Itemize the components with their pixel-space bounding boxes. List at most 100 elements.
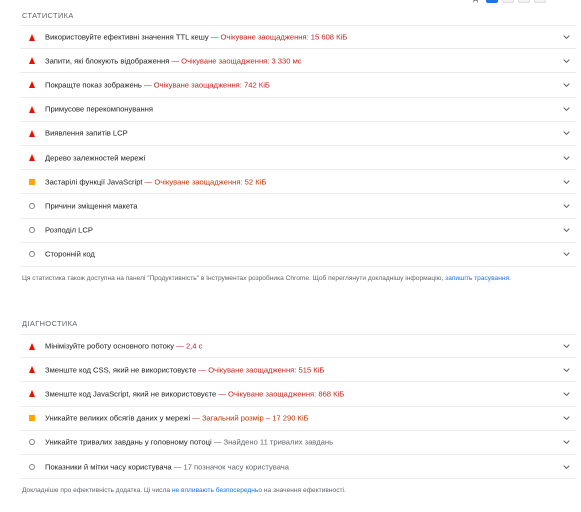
audit-display-value: Загальний розмір – 17 290 КіБ (201, 413, 309, 423)
chevron-down-icon[interactable] (563, 440, 570, 445)
performance-report: Д СТАТИСТИКА Використовуйте ефективні зн… (10, 0, 576, 512)
audit-display-value: Очікуване заощадження: 52 КіБ (154, 177, 267, 187)
audit-row[interactable]: Зменште код CSS, який не використовуєте … (20, 358, 576, 383)
chevron-down-icon[interactable] (563, 367, 570, 372)
audit-row[interactable]: Мінімізуйте роботу основного потоку — 2,… (20, 334, 576, 359)
average-square-icon-shape (29, 178, 35, 185)
fail-triangle-icon (28, 105, 36, 113)
view-toggle-1[interactable] (486, 0, 498, 3)
fail-triangle-icon (28, 129, 36, 137)
audit-title: Причини зміщення макета (45, 201, 138, 211)
view-toggle-3[interactable] (518, 0, 530, 3)
audit-text: Застарілі функції JavaScript — Очікуване… (45, 177, 266, 186)
audit-text: Уникайте тривалих завдань у головному по… (45, 438, 333, 447)
audit-display-value: Очікуване заощадження: 15 608 КіБ (220, 32, 348, 42)
audit-row[interactable]: Показники й мітки часу користувача — 17 … (20, 455, 576, 480)
audit-row[interactable]: Уникайте великих обсягів даних у мережі … (20, 407, 576, 431)
view-toggle-4[interactable] (534, 0, 546, 3)
info-circle-icon-shape (29, 202, 35, 209)
chevron-down-icon[interactable] (563, 464, 570, 469)
audit-row[interactable]: Розподіл LCP (20, 219, 576, 243)
chevron-down-icon[interactable] (563, 131, 570, 136)
chevron-down-icon[interactable] (563, 203, 570, 208)
audit-text: Примусове перекомпонування (45, 105, 153, 114)
info-circle-icon-shape (29, 463, 35, 470)
audit-row[interactable]: Причини зміщення макета (20, 194, 576, 219)
chevron-down-icon[interactable] (563, 179, 570, 184)
audit-title: Сторонній код (45, 249, 95, 259)
diagnostics-note-end: на значення ефективності. (262, 487, 346, 494)
chevron-down-icon[interactable] (563, 82, 570, 88)
chevron-down-icon[interactable] (563, 107, 570, 112)
audit-separator: — (174, 341, 186, 351)
audit-text: Уникайте великих обсягів даних у мережі … (45, 414, 309, 423)
audit-separator: — (171, 462, 184, 472)
info-circle-icon (28, 226, 36, 234)
audit-separator: — (211, 437, 224, 447)
chevron-down-icon[interactable] (563, 35, 570, 40)
diagnostics-list: Мінімізуйте роботу основного потоку — 2,… (20, 334, 576, 480)
info-circle-icon (28, 202, 36, 210)
audit-title: Дерево залежностей мережі (45, 153, 146, 163)
chevron-down-icon[interactable] (563, 228, 570, 233)
audit-text: Мінімізуйте роботу основного потоку — 2,… (45, 342, 202, 351)
audit-row[interactable]: Зменште код JavaScript, який не використ… (20, 382, 576, 407)
chevron-down-icon[interactable] (563, 58, 570, 63)
chevron-down-icon[interactable] (563, 252, 570, 257)
insights-note: Ця статистика також доступна на панелі "… (22, 275, 511, 282)
audit-row[interactable]: Примусове перекомпонування (20, 98, 576, 122)
info-circle-icon (28, 438, 36, 446)
score-impact-link[interactable]: не впливають безпосередньо (172, 487, 262, 494)
fail-triangle-icon-shape (29, 342, 35, 350)
audit-title: Уникайте тривалих завдань у головному по… (45, 437, 212, 447)
audit-text: Зменште код CSS, який не використовуєте … (45, 365, 324, 374)
audit-title: Виявлення запитів LCP (45, 128, 128, 138)
view-toggle-2[interactable] (502, 0, 514, 3)
audit-text: Дерево залежностей мережі (45, 153, 145, 162)
audit-display-value: Знайдено 11 тривалих завдань (223, 437, 334, 447)
audit-separator: — (142, 177, 155, 187)
audit-title: Зменште код CSS, який не використовуєте (45, 365, 197, 375)
info-circle-icon-shape (29, 227, 35, 234)
audit-title: Показники й мітки часу користувача (45, 462, 172, 472)
view-toolbar: Д (10, 0, 576, 6)
audit-row[interactable]: Сторонній код (20, 243, 576, 267)
fail-triangle-icon (28, 342, 36, 350)
audit-row[interactable]: Виявлення запитів LCP (20, 122, 576, 146)
audit-title: Уникайте великих обсягів даних у мережі (45, 413, 191, 423)
audit-text: Причини зміщення макета (45, 201, 138, 210)
audit-text: Показники й мітки часу користувача — 17 … (45, 462, 289, 471)
fail-triangle-icon-shape (29, 129, 35, 137)
insights-section-title: СТАТИСТИКА (22, 11, 74, 20)
audit-display-value: Очікуване заощадження: 742 КіБ (153, 80, 270, 90)
audit-title: Зменште код JavaScript, який не використ… (45, 389, 217, 399)
chevron-down-icon[interactable] (563, 416, 570, 421)
audit-row[interactable]: Дерево залежностей мережі (20, 146, 576, 171)
audit-text: Розподіл LCP (45, 226, 93, 235)
chevron-down-icon[interactable] (563, 344, 570, 349)
fail-triangle-icon-shape (29, 81, 35, 89)
fail-triangle-icon-shape (29, 33, 35, 41)
info-circle-icon (28, 463, 36, 471)
fail-triangle-icon (28, 81, 36, 89)
audit-row[interactable]: Уникайте тривалих завдань у головному по… (20, 431, 576, 455)
audit-row[interactable]: Використовуйте ефективні значення TTL ке… (20, 25, 576, 50)
audit-row[interactable]: Покращте показ зображень — Очікуване зао… (20, 73, 576, 98)
record-trace-link[interactable]: запишіть трасування (445, 275, 509, 282)
audit-text: Запити, які блокують відображення — Очік… (45, 56, 302, 65)
fail-triangle-icon (28, 57, 36, 65)
fail-triangle-icon-shape (29, 154, 35, 162)
average-square-icon-shape (29, 415, 35, 422)
audit-display-value: Очікуване заощадження: 3 330 мс (181, 56, 302, 66)
audit-title: Примусове перекомпонування (45, 104, 153, 114)
audit-separator: — (169, 56, 182, 66)
chevron-down-icon[interactable] (563, 391, 570, 397)
audit-separator: — (190, 413, 202, 423)
audit-row[interactable]: Запити, які блокують відображення — Очік… (20, 49, 576, 74)
fail-triangle-icon (28, 366, 36, 374)
audit-row[interactable]: Застарілі функції JavaScript — Очікуване… (20, 170, 576, 195)
fail-triangle-icon-shape (29, 57, 35, 65)
audit-separator: — (196, 365, 209, 375)
chevron-down-icon[interactable] (563, 155, 570, 160)
average-square-icon (28, 414, 36, 422)
